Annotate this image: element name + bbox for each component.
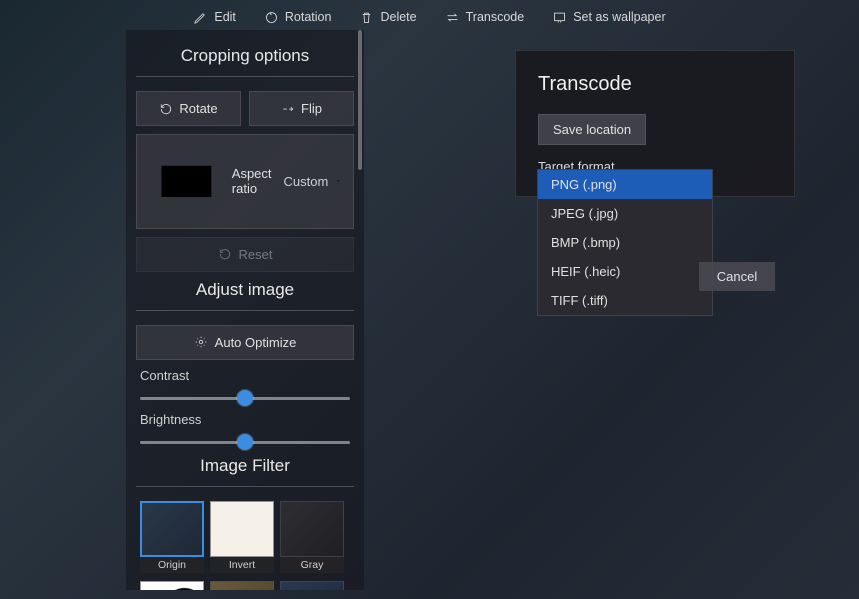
- filter-label: Gray: [280, 557, 344, 573]
- filter-thumb: [140, 501, 204, 557]
- save-location-label: Save location: [553, 122, 631, 137]
- save-location-button[interactable]: Save location: [538, 114, 646, 145]
- filter-item[interactable]: [280, 581, 344, 590]
- divider: [136, 76, 354, 77]
- filter-thumb: [140, 581, 204, 590]
- adjust-title: Adjust image: [126, 280, 364, 300]
- rotation-button[interactable]: Rotation: [264, 10, 332, 25]
- format-option-jpeg[interactable]: JPEG (.jpg): [538, 199, 712, 228]
- transcode-button[interactable]: Transcode: [445, 10, 525, 25]
- flip-label: Flip: [301, 101, 322, 116]
- brightness-thumb[interactable]: [237, 434, 253, 450]
- filter-gray[interactable]: Gray: [280, 501, 344, 573]
- filter-thumb: [280, 501, 344, 557]
- format-option-tiff[interactable]: TIFF (.tiff): [538, 286, 712, 315]
- edit-button[interactable]: Edit: [193, 10, 236, 25]
- contrast-thumb[interactable]: [237, 390, 253, 406]
- cancel-button[interactable]: Cancel: [699, 262, 775, 291]
- filter-invert[interactable]: Invert: [210, 501, 274, 573]
- optimize-icon: [194, 335, 208, 349]
- filter-label: Invert: [210, 557, 274, 573]
- rotate-icon: [159, 102, 173, 116]
- aspect-ratio-select[interactable]: Aspect ratio Custom: [136, 134, 354, 229]
- filter-thumb: [210, 501, 274, 557]
- target-format-dropdown[interactable]: PNG (.png) JPEG (.jpg) BMP (.bmp) HEIF (…: [537, 169, 713, 316]
- filter-title: Image Filter: [126, 456, 364, 476]
- wallpaper-icon: [552, 10, 567, 25]
- transcode-icon: [445, 10, 460, 25]
- rotation-label: Rotation: [285, 10, 332, 24]
- divider: [136, 486, 354, 487]
- rotate-button[interactable]: Rotate: [136, 91, 241, 126]
- delete-button[interactable]: Delete: [359, 10, 416, 25]
- cropping-title: Cropping options: [126, 46, 364, 66]
- edit-panel: Cropping options Rotate Flip Aspect rati…: [126, 30, 364, 590]
- transcode-label: Transcode: [466, 10, 525, 24]
- filter-row-2: [126, 581, 364, 590]
- brightness-label: Brightness: [140, 412, 350, 427]
- aspect-value: Custom: [284, 174, 329, 189]
- pencil-icon: [193, 10, 208, 25]
- aspect-icon: [149, 144, 224, 219]
- edit-label: Edit: [214, 10, 236, 24]
- format-option-png[interactable]: PNG (.png): [538, 170, 712, 199]
- reset-icon: [218, 247, 232, 261]
- cancel-label: Cancel: [717, 269, 757, 284]
- filter-thumb: [280, 581, 344, 590]
- divider: [136, 310, 354, 311]
- transcode-title: Transcode: [538, 73, 772, 96]
- set-wallpaper-button[interactable]: Set as wallpaper: [552, 10, 665, 25]
- contrast-slider[interactable]: [140, 397, 350, 400]
- flip-button[interactable]: Flip: [249, 91, 354, 126]
- auto-optimize-button[interactable]: Auto Optimize: [136, 325, 354, 360]
- set-wallpaper-label: Set as wallpaper: [573, 10, 665, 24]
- contrast-label: Contrast: [140, 368, 350, 383]
- filter-row-1: Origin Invert Gray: [126, 501, 364, 581]
- filter-thumb: [210, 581, 274, 590]
- brightness-slider[interactable]: [140, 441, 350, 444]
- rotation-icon: [264, 10, 279, 25]
- chevron-down-icon: [336, 175, 341, 187]
- filter-item[interactable]: [210, 581, 274, 590]
- format-option-heif[interactable]: HEIF (.heic): [538, 257, 712, 286]
- reset-button[interactable]: Reset: [136, 237, 354, 272]
- delete-label: Delete: [380, 10, 416, 24]
- format-option-bmp[interactable]: BMP (.bmp): [538, 228, 712, 257]
- rotate-label: Rotate: [179, 101, 217, 116]
- filter-item[interactable]: [140, 581, 204, 590]
- reset-label: Reset: [239, 247, 273, 262]
- flip-icon: [281, 102, 295, 116]
- top-toolbar: Edit Rotation Delete Transcode Set as wa…: [0, 0, 859, 34]
- panel-scrollbar[interactable]: [358, 30, 362, 170]
- trash-icon: [359, 10, 374, 25]
- auto-optimize-label: Auto Optimize: [215, 335, 297, 350]
- filter-label: Origin: [140, 557, 204, 573]
- aspect-label: Aspect ratio: [232, 166, 272, 196]
- filter-origin[interactable]: Origin: [140, 501, 204, 573]
